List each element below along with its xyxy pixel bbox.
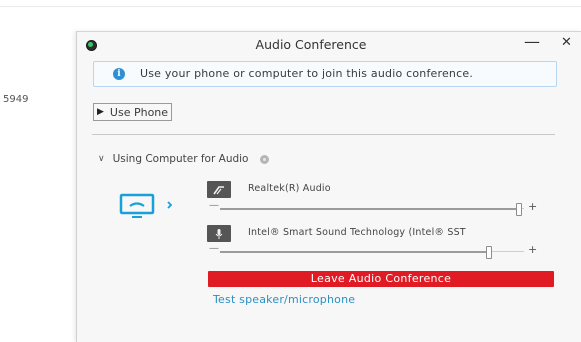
info-icon: i bbox=[113, 68, 125, 80]
microphone-device-name: Intel® Smart Sound Technology (Intel® SS… bbox=[248, 227, 466, 238]
dialog-title: Audio Conference bbox=[255, 37, 367, 52]
volume-up-icon: + bbox=[528, 243, 538, 256]
use-phone-label: Use Phone bbox=[109, 105, 169, 119]
computer-audio-header-label: Using Computer for Audio bbox=[112, 153, 249, 165]
slider-thumb[interactable] bbox=[486, 246, 492, 259]
microphone-icon bbox=[207, 225, 231, 242]
background-divider bbox=[0, 6, 581, 7]
chevron-right-icon: ▶ bbox=[97, 107, 104, 117]
slider-fill bbox=[220, 207, 518, 210]
help-icon[interactable] bbox=[260, 154, 270, 164]
slider-track[interactable] bbox=[220, 203, 524, 216]
speaker-device-name: Realtek(R) Audio bbox=[248, 183, 331, 194]
volume-up-icon: + bbox=[528, 200, 538, 213]
microphone-volume-slider[interactable]: — bbox=[209, 243, 524, 259]
title-bar[interactable]: Audio Conference — ✕ bbox=[77, 32, 581, 58]
leave-audio-conference-button[interactable]: Leave Audio Conference bbox=[208, 271, 554, 287]
info-banner-text: Use your phone or computer to join this … bbox=[140, 67, 474, 80]
audio-conference-dialog: Audio Conference — ✕ i Use your phone or… bbox=[76, 31, 581, 342]
speaker-volume-slider[interactable]: — bbox=[209, 200, 524, 216]
slider-track[interactable] bbox=[220, 246, 524, 259]
chevron-down-icon: ∨ bbox=[98, 154, 105, 164]
slider-fill bbox=[220, 250, 488, 253]
background-number-text: 5949 bbox=[3, 94, 29, 105]
volume-down-icon: — bbox=[209, 243, 219, 254]
use-phone-button[interactable]: ▶ Use Phone bbox=[93, 103, 173, 121]
computer-monitor-icon bbox=[119, 193, 173, 218]
section-divider bbox=[92, 134, 555, 135]
close-button[interactable]: ✕ bbox=[561, 35, 572, 50]
slider-thumb[interactable] bbox=[516, 203, 522, 216]
computer-audio-section-toggle[interactable]: ∨ Using Computer for Audio bbox=[98, 153, 270, 165]
test-speaker-microphone-link[interactable]: Test speaker/microphone bbox=[213, 293, 355, 306]
speaker-icon bbox=[207, 181, 231, 198]
volume-down-icon: — bbox=[209, 200, 219, 211]
minimize-button[interactable]: — bbox=[524, 32, 540, 51]
info-banner: i Use your phone or computer to join thi… bbox=[93, 61, 557, 87]
